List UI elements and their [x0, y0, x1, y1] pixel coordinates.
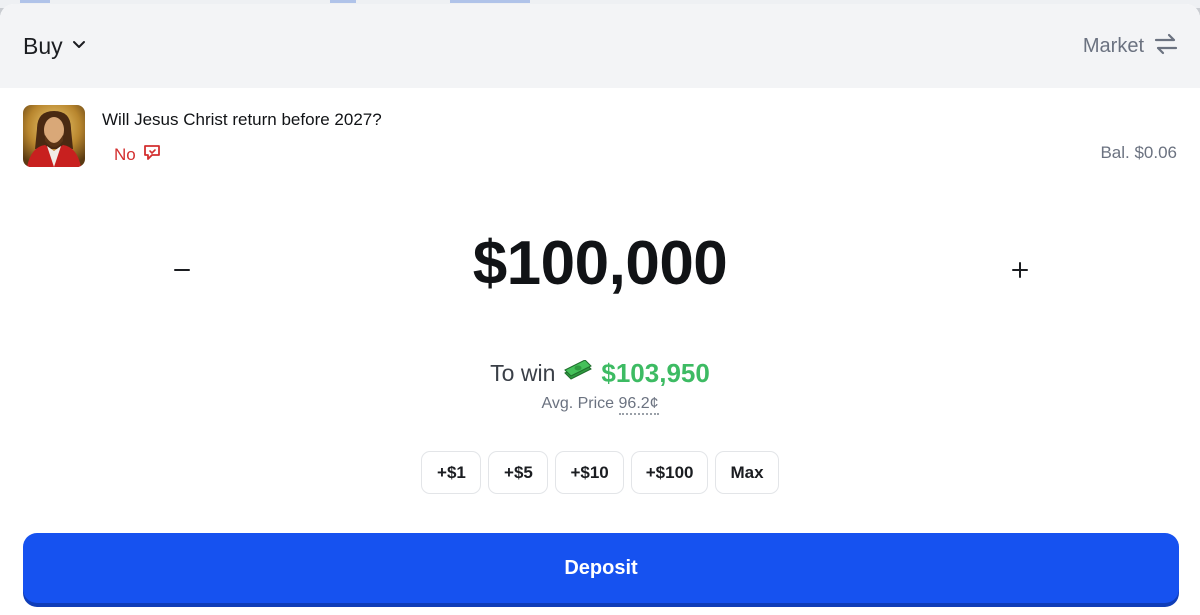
- avg-price-row: Avg. Price 96.2¢: [0, 395, 1200, 415]
- side-dropdown[interactable]: Buy: [23, 33, 87, 60]
- swap-arrows-icon: [1154, 33, 1178, 60]
- quick-add-10-button[interactable]: +$10: [555, 451, 624, 494]
- order-type-label: Market: [1082, 34, 1144, 57]
- side-label: Buy: [23, 32, 63, 59]
- max-button[interactable]: Max: [715, 451, 779, 494]
- avg-price-value[interactable]: 96.2¢: [618, 395, 659, 415]
- to-win-value: $103,950: [601, 358, 710, 388]
- to-win-label: To win: [490, 360, 556, 386]
- outcome-selector[interactable]: No: [114, 143, 161, 166]
- quick-add-5-button[interactable]: +$5: [488, 451, 549, 494]
- outcome-label: No: [114, 144, 136, 164]
- trade-header: Buy Market: [0, 4, 1200, 88]
- avg-price-label: Avg. Price: [541, 395, 615, 412]
- quick-add-100-button[interactable]: +$100: [630, 451, 709, 494]
- background-ghost: [450, 0, 530, 3]
- trade-panel: Buy Market Will Jesus Christ return befo…: [0, 4, 1200, 615]
- comment-icon: [143, 143, 161, 166]
- background-ghost: [330, 0, 356, 3]
- chevron-down-icon: [71, 36, 87, 57]
- money-icon: [563, 359, 593, 387]
- quick-add-1-button[interactable]: +$1: [421, 451, 482, 494]
- to-win-row: To win $103,950: [0, 358, 1200, 389]
- amount-section: $100,000: [0, 178, 1200, 358]
- background-ghost: [20, 0, 50, 3]
- quick-amount-buttons: +$1 +$5 +$10 +$100 Max: [0, 451, 1200, 494]
- deposit-button[interactable]: Deposit: [23, 533, 1179, 603]
- order-type-toggle[interactable]: Market: [1083, 33, 1178, 60]
- increment-button[interactable]: [1006, 258, 1034, 286]
- market-info: Will Jesus Christ return before 2027? No…: [0, 88, 1200, 178]
- balance-display: Bal. $0.06: [1100, 143, 1177, 162]
- plus-icon: [1012, 261, 1028, 283]
- market-thumbnail: [23, 105, 85, 167]
- market-question: Will Jesus Christ return before 2027?: [102, 110, 382, 129]
